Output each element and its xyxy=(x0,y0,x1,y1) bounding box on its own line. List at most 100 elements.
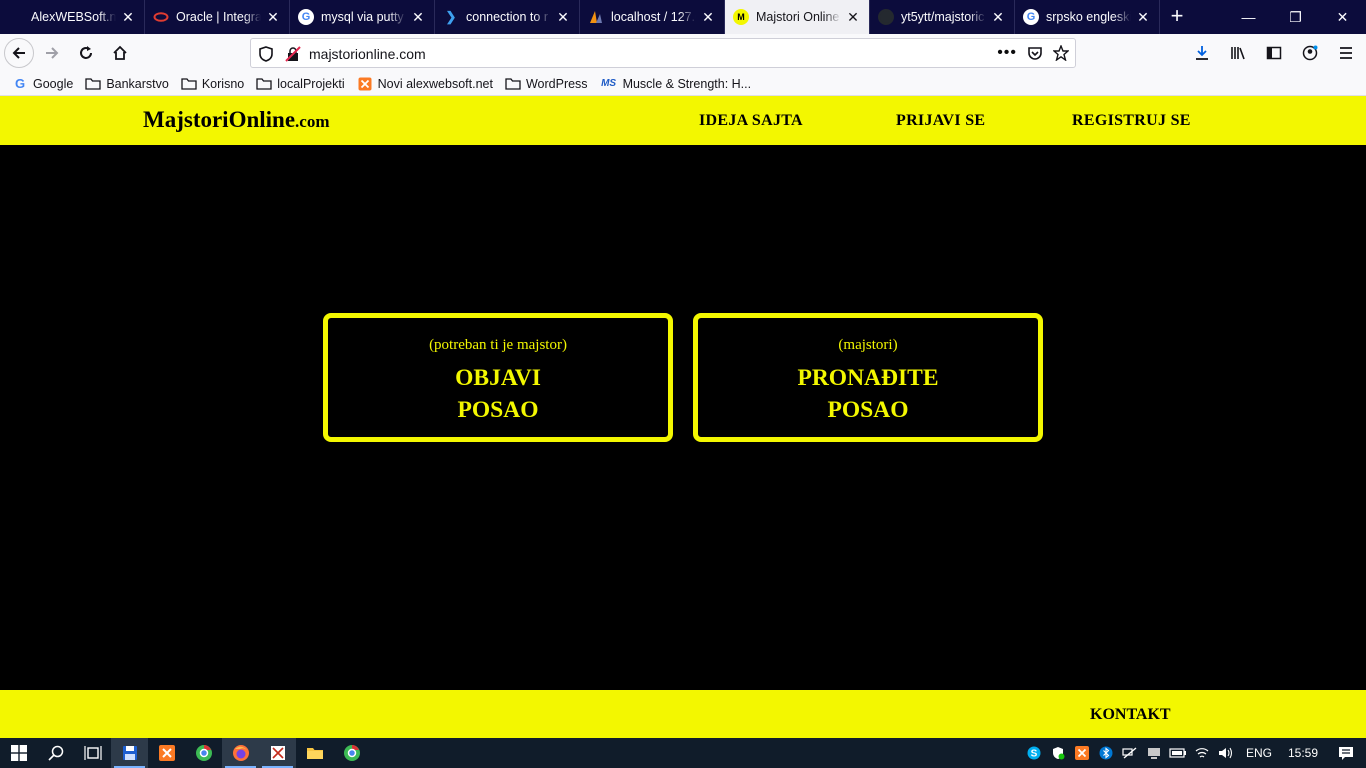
downloads-button[interactable] xyxy=(1186,37,1218,69)
xampp-icon xyxy=(158,745,175,761)
arrow-left-icon xyxy=(12,47,25,59)
firefox-icon xyxy=(232,745,249,761)
browser-tab[interactable]: ❯ connection to r ✕ xyxy=(435,0,580,34)
skype-icon[interactable]: S xyxy=(1022,738,1046,768)
wifi-icon[interactable] xyxy=(1190,738,1214,768)
card-title-line2: POSAO xyxy=(457,397,539,423)
browser-tab[interactable]: G srpsko engleski ✕ xyxy=(1015,0,1160,34)
download-icon xyxy=(1196,46,1208,60)
action-center-icon[interactable] xyxy=(1326,738,1366,768)
bookmark-muscle-strength[interactable]: MS Muscle & Strength: H... xyxy=(600,77,751,91)
chrome-icon xyxy=(343,745,360,761)
browser-tab[interactable]: G mysql via putty ✕ xyxy=(290,0,435,34)
back-button[interactable] xyxy=(4,38,34,68)
site-footer: KONTAKT xyxy=(0,690,1366,738)
tab-title: AlexWEBSoft.net - H xyxy=(31,10,116,24)
tab-title: srpsko engleski xyxy=(1046,10,1131,24)
post-job-card[interactable]: (potreban ti je majstor) OBJAVI POSAO xyxy=(323,313,673,442)
taskbar-app-chrome[interactable] xyxy=(185,738,222,768)
card-title-line2: POSAO xyxy=(827,397,909,423)
clock[interactable]: 15:59 xyxy=(1280,746,1326,760)
pocket-icon[interactable] xyxy=(1027,45,1043,61)
bookmark-folder-wordpress[interactable]: WordPress xyxy=(505,77,588,91)
bookmark-label: Korisno xyxy=(201,76,245,91)
close-tab-icon[interactable]: ✕ xyxy=(120,9,136,25)
network-drive-icon[interactable] xyxy=(1142,738,1166,768)
browser-tab[interactable]: Oracle | Integrat ✕ xyxy=(145,0,290,34)
url-text[interactable]: majstorionline.com xyxy=(309,46,426,62)
muscle-strength-icon: MS xyxy=(601,78,617,89)
close-tab-icon[interactable]: ✕ xyxy=(700,9,716,25)
bookmark-folder-korisno[interactable]: Korisno xyxy=(181,77,244,91)
task-view-button[interactable] xyxy=(74,738,111,768)
defender-shield-icon[interactable] xyxy=(1046,738,1070,768)
svg-text:S: S xyxy=(1031,749,1038,760)
close-tab-icon[interactable]: ✕ xyxy=(410,9,426,25)
menu-button[interactable] xyxy=(1330,37,1362,69)
close-tab-icon[interactable]: ✕ xyxy=(845,9,861,25)
bookmark-star-icon[interactable] xyxy=(1053,45,1069,61)
account-button[interactable] xyxy=(1294,37,1326,69)
footer-link-kontakt[interactable]: KONTAKT xyxy=(1090,706,1171,724)
volume-icon[interactable] xyxy=(1214,738,1238,768)
input-language[interactable]: ENG xyxy=(1238,746,1280,760)
forward-button[interactable] xyxy=(36,37,68,69)
vscode-favicon-icon: ❯ xyxy=(445,9,457,24)
search-icon xyxy=(47,745,63,761)
taskbar-app-firefox[interactable] xyxy=(222,738,259,768)
xampp-icon xyxy=(357,77,373,91)
card-title-line1: OBJAVI xyxy=(455,365,541,391)
site-logo[interactable]: MajstoriOnline.com xyxy=(143,107,330,133)
browser-tab[interactable]: AlexWEBSoft.net - H ✕ xyxy=(0,0,145,34)
sidebar-button[interactable] xyxy=(1258,37,1290,69)
taskbar-app-save[interactable] xyxy=(111,738,148,768)
browser-tab-active[interactable]: M Majstori Online ✕ xyxy=(725,0,870,34)
new-tab-button[interactable]: + xyxy=(1160,0,1194,34)
minimize-icon[interactable]: — xyxy=(1225,0,1272,34)
browser-tab[interactable]: localhost / 127.0 ✕ xyxy=(580,0,725,34)
nav-link-ideja-sajta[interactable]: IDEJA SAJTA xyxy=(699,112,803,130)
bookmark-novi-alexwebsoft[interactable]: Novi alexwebsoft.net xyxy=(357,77,493,91)
taskbar-app-chrome-2[interactable] xyxy=(333,738,370,768)
start-button[interactable] xyxy=(0,738,37,768)
bookmark-folder-bankarstvo[interactable]: Bankarstvo xyxy=(85,77,169,91)
file-explorer-icon xyxy=(306,748,323,759)
close-tab-icon[interactable]: ✕ xyxy=(555,9,571,25)
search-button[interactable] xyxy=(37,738,74,768)
phpmyadmin-favicon-icon xyxy=(588,9,604,25)
restore-icon[interactable]: ❐ xyxy=(1272,0,1319,34)
logo-suffix: .com xyxy=(295,112,330,131)
close-tab-icon[interactable]: ✕ xyxy=(265,9,281,25)
library-button[interactable] xyxy=(1222,37,1254,69)
bookmark-label: Novi alexwebsoft.net xyxy=(377,76,493,91)
browser-tab[interactable]: yt5ytt/majstoric ✕ xyxy=(870,0,1015,34)
battery-icon[interactable] xyxy=(1166,738,1190,768)
xampp-tray-icon[interactable] xyxy=(1070,738,1094,768)
majstori-favicon-icon: M xyxy=(733,9,749,25)
nav-link-prijavi-se[interactable]: PRIJAVI SE xyxy=(896,112,985,130)
folder-icon xyxy=(256,77,272,91)
page-actions-icon[interactable]: ••• xyxy=(997,44,1017,62)
nav-link-registruj-se[interactable]: REGISTRUJ SE xyxy=(1072,112,1191,130)
close-window-icon[interactable]: ✕ xyxy=(1319,0,1366,34)
close-tab-icon[interactable]: ✕ xyxy=(990,9,1006,25)
close-tab-icon[interactable]: ✕ xyxy=(1135,9,1151,25)
hamburger-menu-icon xyxy=(1340,47,1352,59)
bookmark-folder-localprojekti[interactable]: localProjekti xyxy=(256,77,345,91)
taskbar-app-explorer[interactable] xyxy=(296,738,333,768)
tracking-shield-icon[interactable] xyxy=(259,46,273,62)
reload-button[interactable] xyxy=(70,37,102,69)
bookmark-label: Bankarstvo xyxy=(106,76,169,91)
url-bar[interactable]: majstorionline.com ••• xyxy=(250,38,1076,68)
floppy-disk-icon xyxy=(122,746,137,760)
bookmark-google[interactable]: G Google xyxy=(12,76,73,91)
taskbar-app-snipping[interactable] xyxy=(259,738,296,768)
wireless-display-icon[interactable] xyxy=(1118,738,1142,768)
home-button[interactable] xyxy=(104,37,136,69)
find-job-card[interactable]: (majstori) PRONAĐITE POSAO xyxy=(693,313,1043,442)
tab-title: mysql via putty xyxy=(321,10,404,24)
insecure-lock-icon[interactable] xyxy=(285,46,301,62)
bluetooth-icon[interactable] xyxy=(1094,738,1118,768)
taskbar-app-xampp[interactable] xyxy=(148,738,185,768)
toolbar-right xyxy=(1186,37,1362,69)
